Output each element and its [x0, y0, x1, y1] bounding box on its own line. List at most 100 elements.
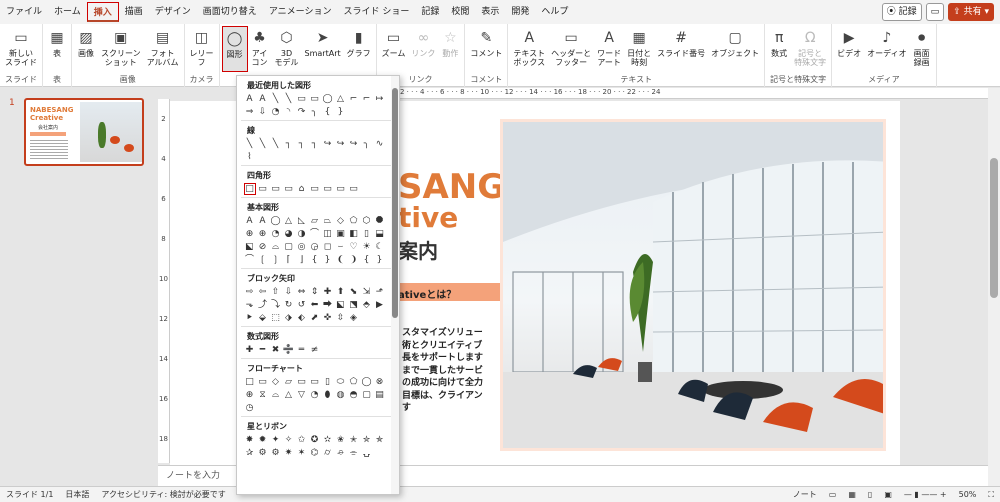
tab-4[interactable]: デザイン	[149, 2, 197, 22]
shape-option[interactable]: ❳	[270, 254, 282, 266]
shape-option[interactable]: ⚙	[270, 447, 282, 459]
shape-option[interactable]: ⇕	[309, 286, 321, 298]
shape-option[interactable]: ⬠	[348, 215, 360, 227]
ribbon-button-4-0[interactable]: ◯ 図形	[221, 26, 248, 72]
tab-10[interactable]: 表示	[475, 2, 505, 22]
shape-option[interactable]: ↪	[322, 138, 334, 150]
record-button[interactable]: ⦿ 記録	[881, 3, 922, 21]
shape-option[interactable]: ⇲	[361, 286, 373, 298]
shape-option[interactable]: ➗	[283, 344, 295, 356]
view-reading-icon[interactable]: ▯	[862, 487, 878, 502]
shape-option[interactable]: ⬈	[309, 312, 321, 324]
status-accessibility[interactable]: アクセシビリティ: 検討が必要です	[95, 487, 231, 502]
shape-option[interactable]: ⬎	[244, 299, 256, 311]
shape-option[interactable]: {	[309, 254, 321, 266]
shape-option[interactable]: ◔	[270, 106, 282, 118]
shape-option[interactable]: ◝	[283, 106, 295, 118]
shape-option[interactable]: ⊘	[257, 241, 269, 253]
shape-option[interactable]: ⊗	[374, 376, 386, 388]
shape-option[interactable]: ⇔	[296, 286, 308, 298]
shape-option[interactable]: ⌇	[244, 151, 256, 163]
shape-option[interactable]: ◶	[309, 241, 321, 253]
shape-option[interactable]: ⌐	[361, 93, 373, 105]
shape-option[interactable]: ▭	[296, 93, 308, 105]
dropdown-scrollbar[interactable]	[391, 76, 399, 494]
shape-option[interactable]: ✸	[244, 434, 256, 446]
shape-option[interactable]: ✭	[348, 434, 360, 446]
shape-option[interactable]: ⊕	[257, 228, 269, 240]
shape-option[interactable]: ✖	[270, 344, 282, 356]
shape-option[interactable]: ☾	[374, 241, 386, 253]
shape-option[interactable]: ⊕	[244, 228, 256, 240]
shape-option[interactable]: ✩	[296, 434, 308, 446]
shape-option[interactable]: ▭	[309, 183, 321, 195]
shape-option[interactable]: ▯	[361, 228, 373, 240]
shape-option[interactable]: ▭	[257, 376, 269, 388]
shape-option[interactable]: A	[257, 93, 269, 105]
shape-option[interactable]: ✯	[374, 434, 386, 446]
shape-option[interactable]: ⌬	[309, 447, 321, 459]
shape-option[interactable]: ▱	[283, 376, 295, 388]
shape-option[interactable]: ⬭	[335, 376, 347, 388]
shape-option[interactable]: ╲	[257, 138, 269, 150]
vertical-scrollbar[interactable]	[988, 88, 1000, 486]
shape-option[interactable]: ✪	[309, 434, 321, 446]
shape-option[interactable]: ⬙	[257, 312, 269, 324]
shape-option[interactable]: ⬡	[361, 215, 373, 227]
shape-option[interactable]: ⌈	[283, 254, 295, 266]
view-sorter-icon[interactable]: ▦	[842, 487, 862, 502]
comment-icon[interactable]: ▭	[925, 3, 945, 21]
status-zoom[interactable]: 50%	[953, 487, 983, 502]
scroll-thumb[interactable]	[990, 158, 998, 298]
tab-3[interactable]: 描画	[119, 2, 149, 22]
shape-option[interactable]: ⌓	[270, 389, 282, 401]
shape-option[interactable]: ▱	[309, 215, 321, 227]
shape-option[interactable]: ◑	[296, 228, 308, 240]
shape-option[interactable]: ≠	[309, 344, 321, 356]
status-notes-button[interactable]: ノート	[787, 487, 823, 502]
shape-option[interactable]: ↻	[283, 299, 295, 311]
shape-option[interactable]: }	[322, 254, 334, 266]
tab-8[interactable]: 記録	[415, 2, 445, 22]
shape-option[interactable]: ◕	[283, 228, 295, 240]
shape-option[interactable]: ⌭	[322, 447, 334, 459]
shape-option[interactable]: ✚	[322, 286, 334, 298]
shape-option[interactable]: ⇳	[335, 312, 347, 324]
shape-option[interactable]: ↪	[335, 138, 347, 150]
shape-option[interactable]: ⇒	[244, 106, 256, 118]
shape-option[interactable]: ╮	[309, 106, 321, 118]
shape-option[interactable]: ◍	[335, 389, 347, 401]
shape-option[interactable]: ⌋	[296, 254, 308, 266]
shape-option[interactable]: {	[361, 254, 373, 266]
shape-option[interactable]: ⬮	[322, 389, 334, 401]
shape-option[interactable]: ⬕	[244, 241, 256, 253]
shape-option[interactable]: ▭	[322, 183, 334, 195]
shape-option[interactable]: ▢	[283, 241, 295, 253]
shape-option[interactable]: ⬘	[361, 299, 373, 311]
shape-option[interactable]: ✦	[270, 434, 282, 446]
shape-option[interactable]: ⯈	[244, 312, 256, 324]
shape-option[interactable]: ▭	[309, 376, 321, 388]
shape-option[interactable]: ═	[296, 344, 308, 356]
shape-option[interactable]: ▽	[296, 389, 308, 401]
shape-option[interactable]: ▭	[335, 183, 347, 195]
shape-option[interactable]: ▶	[374, 299, 386, 311]
shape-option[interactable]: ┐	[283, 138, 295, 150]
shape-option[interactable]: ❲	[257, 254, 269, 266]
shape-option[interactable]: ◓	[348, 389, 360, 401]
shape-option[interactable]: ♡	[348, 241, 360, 253]
shape-option[interactable]: □	[243, 182, 256, 195]
shape-option[interactable]: ◎	[296, 241, 308, 253]
shape-option[interactable]: ◇	[335, 215, 347, 227]
shape-option[interactable]: ⬕	[335, 299, 347, 311]
shape-option[interactable]: ↷	[296, 106, 308, 118]
shape-option[interactable]: ❨	[335, 254, 347, 266]
shape-option[interactable]: ◈	[348, 312, 360, 324]
shape-option[interactable]: ▭	[296, 376, 308, 388]
shape-option[interactable]: ✶	[296, 447, 308, 459]
shape-option[interactable]: ◯	[270, 215, 282, 227]
shape-option[interactable]: }	[374, 254, 386, 266]
tab-9[interactable]: 校閲	[445, 2, 475, 22]
shape-option[interactable]: ✧	[283, 434, 295, 446]
shape-option[interactable]: ⌓	[270, 241, 282, 253]
